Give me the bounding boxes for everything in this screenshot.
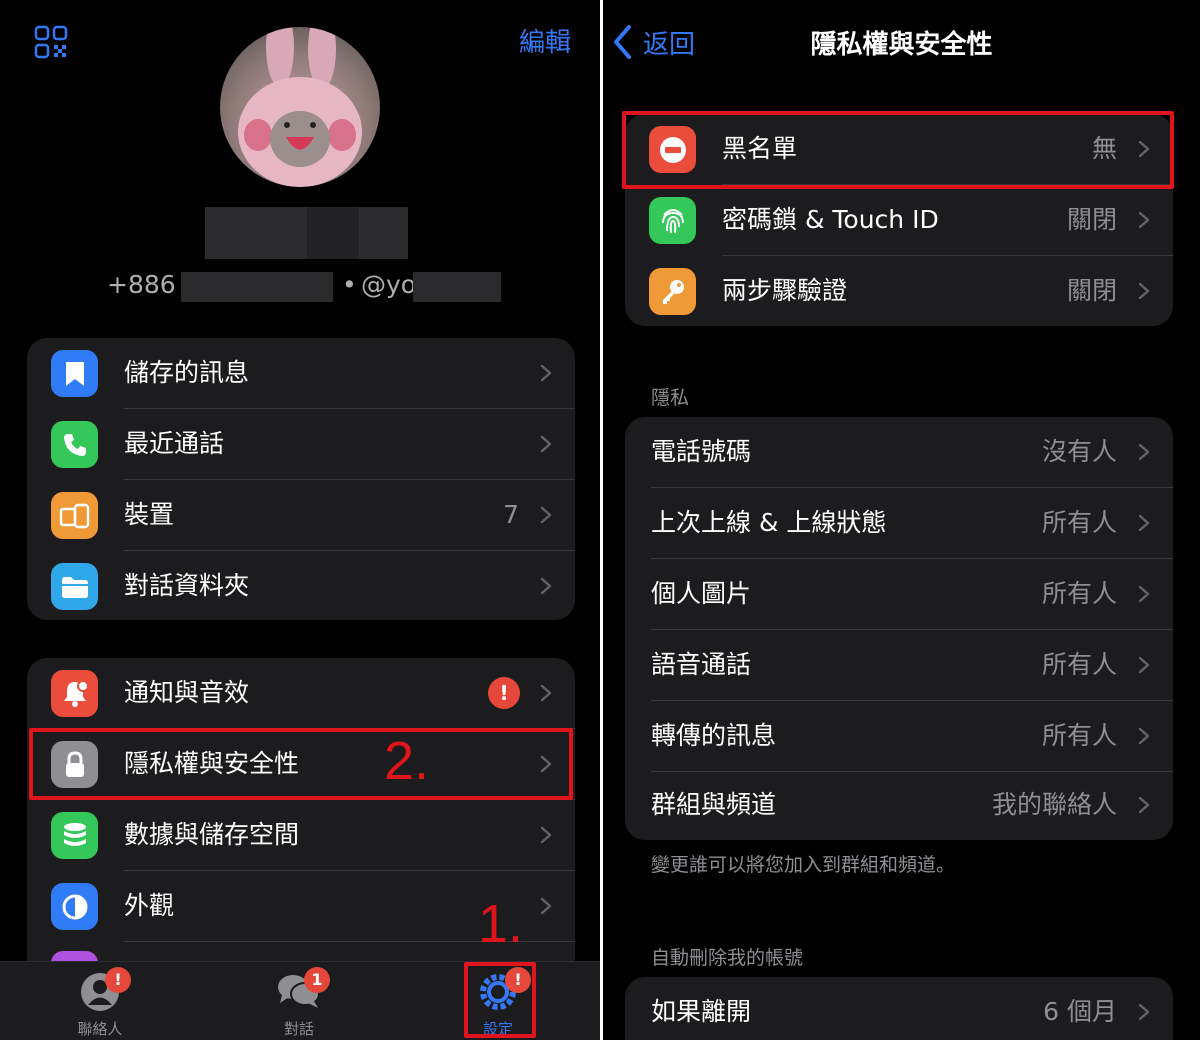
privacy-security-screen: 返回 隱私權與安全性 黑名單 無 密碼鎖 & Touch ID 關閉 兩步驟驗證… (603, 0, 1200, 1040)
row-devices[interactable]: 裝置 7 (27, 480, 575, 550)
row-groups-channels[interactable]: 群組與頻道 我的聯絡人 (625, 770, 1173, 840)
row-forwarded-messages[interactable]: 轉傳的訊息 所有人 (625, 701, 1173, 771)
chevron-right-icon (1138, 585, 1150, 603)
chevron-right-icon (540, 897, 552, 915)
tab-label: 對話 (283, 1020, 314, 1038)
row-label: 密碼鎖 & Touch ID (722, 205, 939, 234)
separator-dot: • (342, 270, 357, 299)
devices-count: 7 (503, 500, 519, 529)
highlight-settings-tab (464, 962, 536, 1038)
annotation-step-2: 2. (384, 731, 430, 791)
chevron-right-icon (1138, 211, 1150, 229)
row-label: 兩步驟驗證 (722, 276, 848, 305)
privacy-footer-note: 變更誰可以將您加入到群組和頻道。 (651, 854, 956, 876)
row-value: 所有人 (1041, 579, 1117, 608)
row-value: 關閉 (1066, 205, 1117, 234)
database-icon (51, 812, 98, 859)
row-phone-number[interactable]: 電話號碼 沒有人 (625, 417, 1173, 487)
username-redacted (413, 272, 501, 302)
phone-redacted (181, 272, 333, 302)
row-if-away-for[interactable]: 如果離開 6 個月 (625, 977, 1173, 1040)
row-label: 如果離開 (651, 997, 752, 1026)
highlight-privacy-row (29, 728, 573, 800)
row-label: 轉傳的訊息 (651, 721, 777, 750)
chevron-right-icon (1138, 282, 1150, 300)
row-value: 所有人 (1041, 508, 1117, 537)
appearance-icon (51, 883, 98, 930)
settings-screen: 編輯 +886 • @yo 儲存的訊息 最近通話 裝置 7 對話資料夾 通知與音… (0, 0, 600, 1040)
phone-icon (51, 421, 98, 468)
row-label: 最近通話 (124, 429, 225, 458)
avatar-image (238, 27, 362, 187)
profile-name-redacted-shade (307, 207, 359, 259)
annotation-step-1: 1. (478, 894, 524, 954)
devices-icon (51, 492, 98, 539)
chevron-right-icon (540, 435, 552, 453)
chevron-right-icon (540, 826, 552, 844)
row-value: 所有人 (1041, 721, 1117, 750)
auto-delete-group: 如果離開 6 個月 (625, 977, 1173, 1040)
settings-group-1: 儲存的訊息 最近通話 裝置 7 對話資料夾 (27, 338, 575, 620)
fingerprint-icon (649, 197, 696, 244)
row-label: 裝置 (124, 500, 175, 529)
chevron-right-icon (1138, 443, 1150, 461)
row-profile-photo[interactable]: 個人圖片 所有人 (625, 559, 1173, 629)
row-voice-calls[interactable]: 語音通話 所有人 (625, 630, 1173, 700)
row-chat-folders[interactable]: 對話資料夾 (27, 551, 575, 620)
chevron-right-icon (1138, 727, 1150, 745)
chevron-right-icon (1138, 514, 1150, 532)
edit-button[interactable]: 編輯 (519, 22, 571, 59)
row-notifications[interactable]: 通知與音效 ! (27, 658, 575, 728)
row-label: 電話號碼 (651, 437, 752, 466)
row-label: 儲存的訊息 (124, 358, 250, 387)
row-two-step-verification[interactable]: 兩步驟驗證 關閉 (625, 256, 1173, 326)
notification-warning-badge: ! (488, 677, 520, 709)
chevron-right-icon (1138, 1003, 1150, 1021)
row-value: 沒有人 (1041, 437, 1117, 466)
chevron-right-icon (540, 684, 552, 702)
tab-contacts[interactable]: ! 聯絡人 (55, 962, 145, 1040)
bell-icon (51, 670, 98, 717)
phone-prefix: +886 (107, 270, 176, 299)
privacy-section-header: 隱私 (651, 387, 690, 409)
row-value: 關閉 (1066, 276, 1117, 305)
row-passcode-touchid[interactable]: 密碼鎖 & Touch ID 關閉 (625, 185, 1173, 255)
highlight-blocked-row (622, 111, 1174, 189)
row-last-seen[interactable]: 上次上線 & 上線狀態 所有人 (625, 488, 1173, 558)
key-icon (649, 268, 696, 315)
row-label: 數據與儲存空間 (124, 820, 300, 849)
chevron-right-icon (540, 364, 552, 382)
chevron-right-icon (1138, 796, 1150, 814)
tab-label: 聯絡人 (77, 1020, 123, 1038)
page-title: 隱私權與安全性 (810, 30, 993, 60)
folder-icon (51, 563, 98, 610)
username-prefix: @yo (361, 270, 417, 299)
row-label: 語音通話 (651, 650, 752, 679)
row-label: 個人圖片 (651, 579, 752, 608)
auto-delete-section-header: 自動刪除我的帳號 (651, 947, 804, 969)
chevron-right-icon (1138, 656, 1150, 674)
row-value: 所有人 (1041, 650, 1117, 679)
row-data-storage[interactable]: 數據與儲存空間 (27, 800, 575, 870)
badge-text: ! (499, 681, 509, 705)
row-value: 我的聯絡人 (991, 790, 1117, 819)
qr-code-icon[interactable] (34, 25, 68, 59)
row-recent-calls[interactable]: 最近通話 (27, 409, 575, 479)
bookmark-icon (51, 350, 98, 397)
row-saved-messages[interactable]: 儲存的訊息 (27, 338, 575, 408)
privacy-group: 電話號碼 沒有人 上次上線 & 上線狀態 所有人 個人圖片 所有人 語音通話 所… (625, 417, 1173, 840)
row-label: 外觀 (124, 891, 175, 920)
row-label: 對話資料夾 (124, 571, 250, 600)
tab-badge: 1 (304, 967, 330, 993)
row-label: 群組與頻道 (651, 790, 777, 819)
profile-phone-line: +886 • @yo (0, 268, 600, 308)
chevron-right-icon (540, 506, 552, 524)
tab-chats[interactable]: 1 對話 (254, 962, 344, 1040)
avatar[interactable] (220, 27, 380, 187)
tab-badge: ! (105, 967, 131, 993)
row-value: 6 個月 (1043, 997, 1117, 1026)
chevron-right-icon (540, 577, 552, 595)
row-label: 通知與音效 (124, 678, 250, 707)
row-label: 上次上線 & 上線狀態 (651, 508, 887, 537)
